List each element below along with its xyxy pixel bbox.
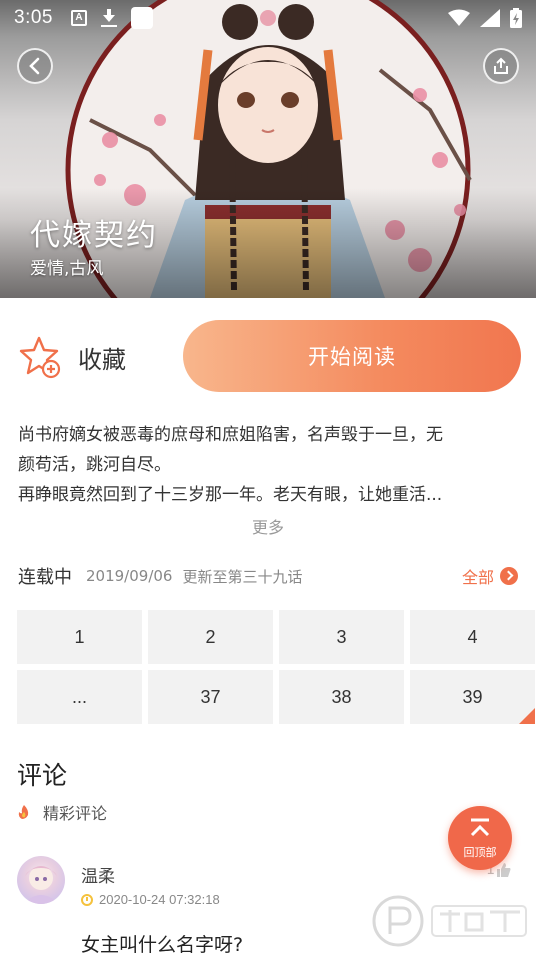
latest-corner-marker [519,708,535,724]
star-add-icon [19,336,61,379]
battery-icon [510,8,522,28]
chevron-left-icon [29,57,40,75]
hot-comments-label: 精彩评论 [43,804,108,823]
status-time: 3:05 [14,7,53,28]
clock-icon [81,893,93,906]
comic-title: 代嫁契约 [30,218,158,253]
chapter-item[interactable]: 3 [279,610,404,664]
synopsis-line: 颜苟活，跳河自尽。 [18,455,171,475]
favorite-label: 收藏 [78,345,126,374]
comment-text: 女主叫什么名字呀? [81,934,244,954]
chapter-header: 连载中 2019/09/06 更新至第三十九话 全部 [18,562,518,590]
comic-cover: 代嫁契约 爱情,古风 [0,0,536,298]
share-icon [494,57,508,74]
chapter-item-latest[interactable]: 39 [410,670,535,724]
comment-time: 2020-10-24 07:32:18 [81,892,220,907]
chapter-item[interactable]: 2 [148,610,273,664]
chapter-number: 39 [462,686,483,707]
back-to-top-button[interactable]: 回顶部 [448,806,512,870]
share-button[interactable] [483,48,519,84]
chapter-item[interactable]: 1 [17,610,142,664]
start-reading-button[interactable]: 开始阅读 [183,320,521,392]
all-chapters-label: 全部 [461,568,494,587]
update-text: 更新至第三十九话 [182,567,303,586]
update-date: 2019/09/06 [86,567,173,585]
app-icon [130,7,153,29]
comic-tags: 爱情,古风 [30,259,104,279]
chevron-right-icon [500,567,518,585]
chapter-item[interactable]: 37 [148,670,273,724]
chapter-grid: 1 2 3 4 ... 37 38 39 [17,610,535,724]
signal-icon [480,9,500,27]
chapter-item[interactable]: 4 [410,610,535,664]
thumbs-up-icon [497,863,511,877]
comment-user-name[interactable]: 温柔 [81,862,115,887]
hot-icon [18,805,29,819]
watermark-logo [372,895,527,947]
wifi-icon [448,9,470,26]
chapter-item-ellipsis[interactable]: ... [17,670,142,724]
download-icon [100,9,117,27]
serial-status: 连载中 [18,567,72,588]
hot-comments-header: 精彩评论 [17,800,107,824]
favorite-button[interactable]: 收藏 [18,332,126,382]
avatar[interactable] [17,856,65,904]
back-to-top-label: 回顶部 [463,846,497,859]
all-chapters-link[interactable]: 全部 [462,564,518,588]
action-row: 收藏 开始阅读 [0,318,536,396]
a-notification-icon: A [70,10,87,26]
more-button[interactable]: 更多 [0,514,536,538]
synopsis-line: 尚书府嫡女被恶毒的庶母和庶姐陷害，名声毁于一旦，无 [18,425,443,445]
arrow-up-icon [470,818,490,837]
comments-title: 评论 [17,761,68,790]
synopsis: 尚书府嫡女被恶毒的庶母和庶姐陷害，名声毁于一旦，无 颜苟活，跳河自尽。 再睁眼竟… [18,420,518,510]
synopsis-line: 再睁眼竟然回到了十三岁那一年。老天有眼，让她重活... [18,485,443,505]
comment-timestamp: 2020-10-24 07:32:18 [99,892,220,907]
avatar-image [23,866,59,904]
status-bar: 3:05 A [0,0,536,36]
chapter-item[interactable]: 38 [279,670,404,724]
back-button[interactable] [17,48,53,84]
